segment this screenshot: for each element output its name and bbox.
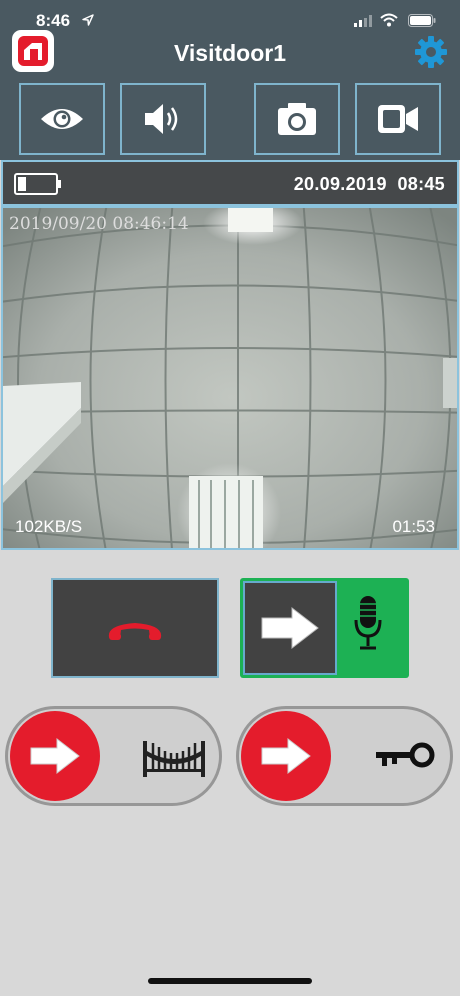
gate-slider-knob[interactable]	[10, 711, 100, 801]
talk-arrow-box	[243, 581, 337, 675]
snapshot-button[interactable]	[254, 83, 340, 155]
cellular-signal-icon	[354, 15, 372, 27]
speaker-icon	[145, 104, 178, 134]
page-title: Visitdoor1	[173, 40, 287, 66]
phone-hangup-icon	[108, 623, 162, 640]
video-feed[interactable]: 2019/09/20 08:46:14 102KB/S 01:53	[1, 206, 459, 550]
key-icon	[376, 742, 435, 768]
video-camera-icon	[378, 105, 418, 133]
top-bar: 8:46 Visitdoor1	[0, 0, 460, 160]
door-slider[interactable]	[236, 706, 453, 806]
door-slider-knob[interactable]	[241, 711, 331, 801]
gate-slider[interactable]	[5, 706, 222, 806]
bitrate-label: 102KB/S	[15, 517, 83, 536]
osd-timestamp: 2019/09/20 08:46:14	[9, 214, 189, 234]
camera-icon	[278, 103, 316, 135]
status-time: 8:46	[36, 11, 71, 30]
gate-icon	[143, 741, 205, 777]
battery-icon	[408, 14, 436, 27]
duration-label: 01:53	[392, 517, 435, 536]
wifi-icon	[380, 13, 398, 27]
arrow-right-icon	[261, 737, 311, 775]
info-bar: 20.09.2019 08:45	[1, 160, 459, 206]
eye-icon	[41, 109, 83, 129]
record-button[interactable]	[355, 83, 441, 155]
gear-icon[interactable]	[413, 34, 449, 70]
home-indicator[interactable]	[148, 978, 312, 984]
talk-button[interactable]	[240, 578, 409, 678]
arrow-right-icon	[261, 606, 319, 650]
speaker-button[interactable]	[120, 83, 206, 155]
hangup-button[interactable]	[51, 578, 219, 678]
microphone-icon	[354, 596, 382, 650]
camera-image	[3, 208, 457, 548]
battery-low-icon	[14, 173, 61, 195]
status-bar: 8:46	[0, 0, 460, 40]
date-time: 20.09.2019 08:45	[293, 174, 445, 194]
view-button[interactable]	[19, 83, 105, 155]
location-arrow-icon	[82, 14, 94, 26]
arrow-right-icon	[30, 737, 80, 775]
